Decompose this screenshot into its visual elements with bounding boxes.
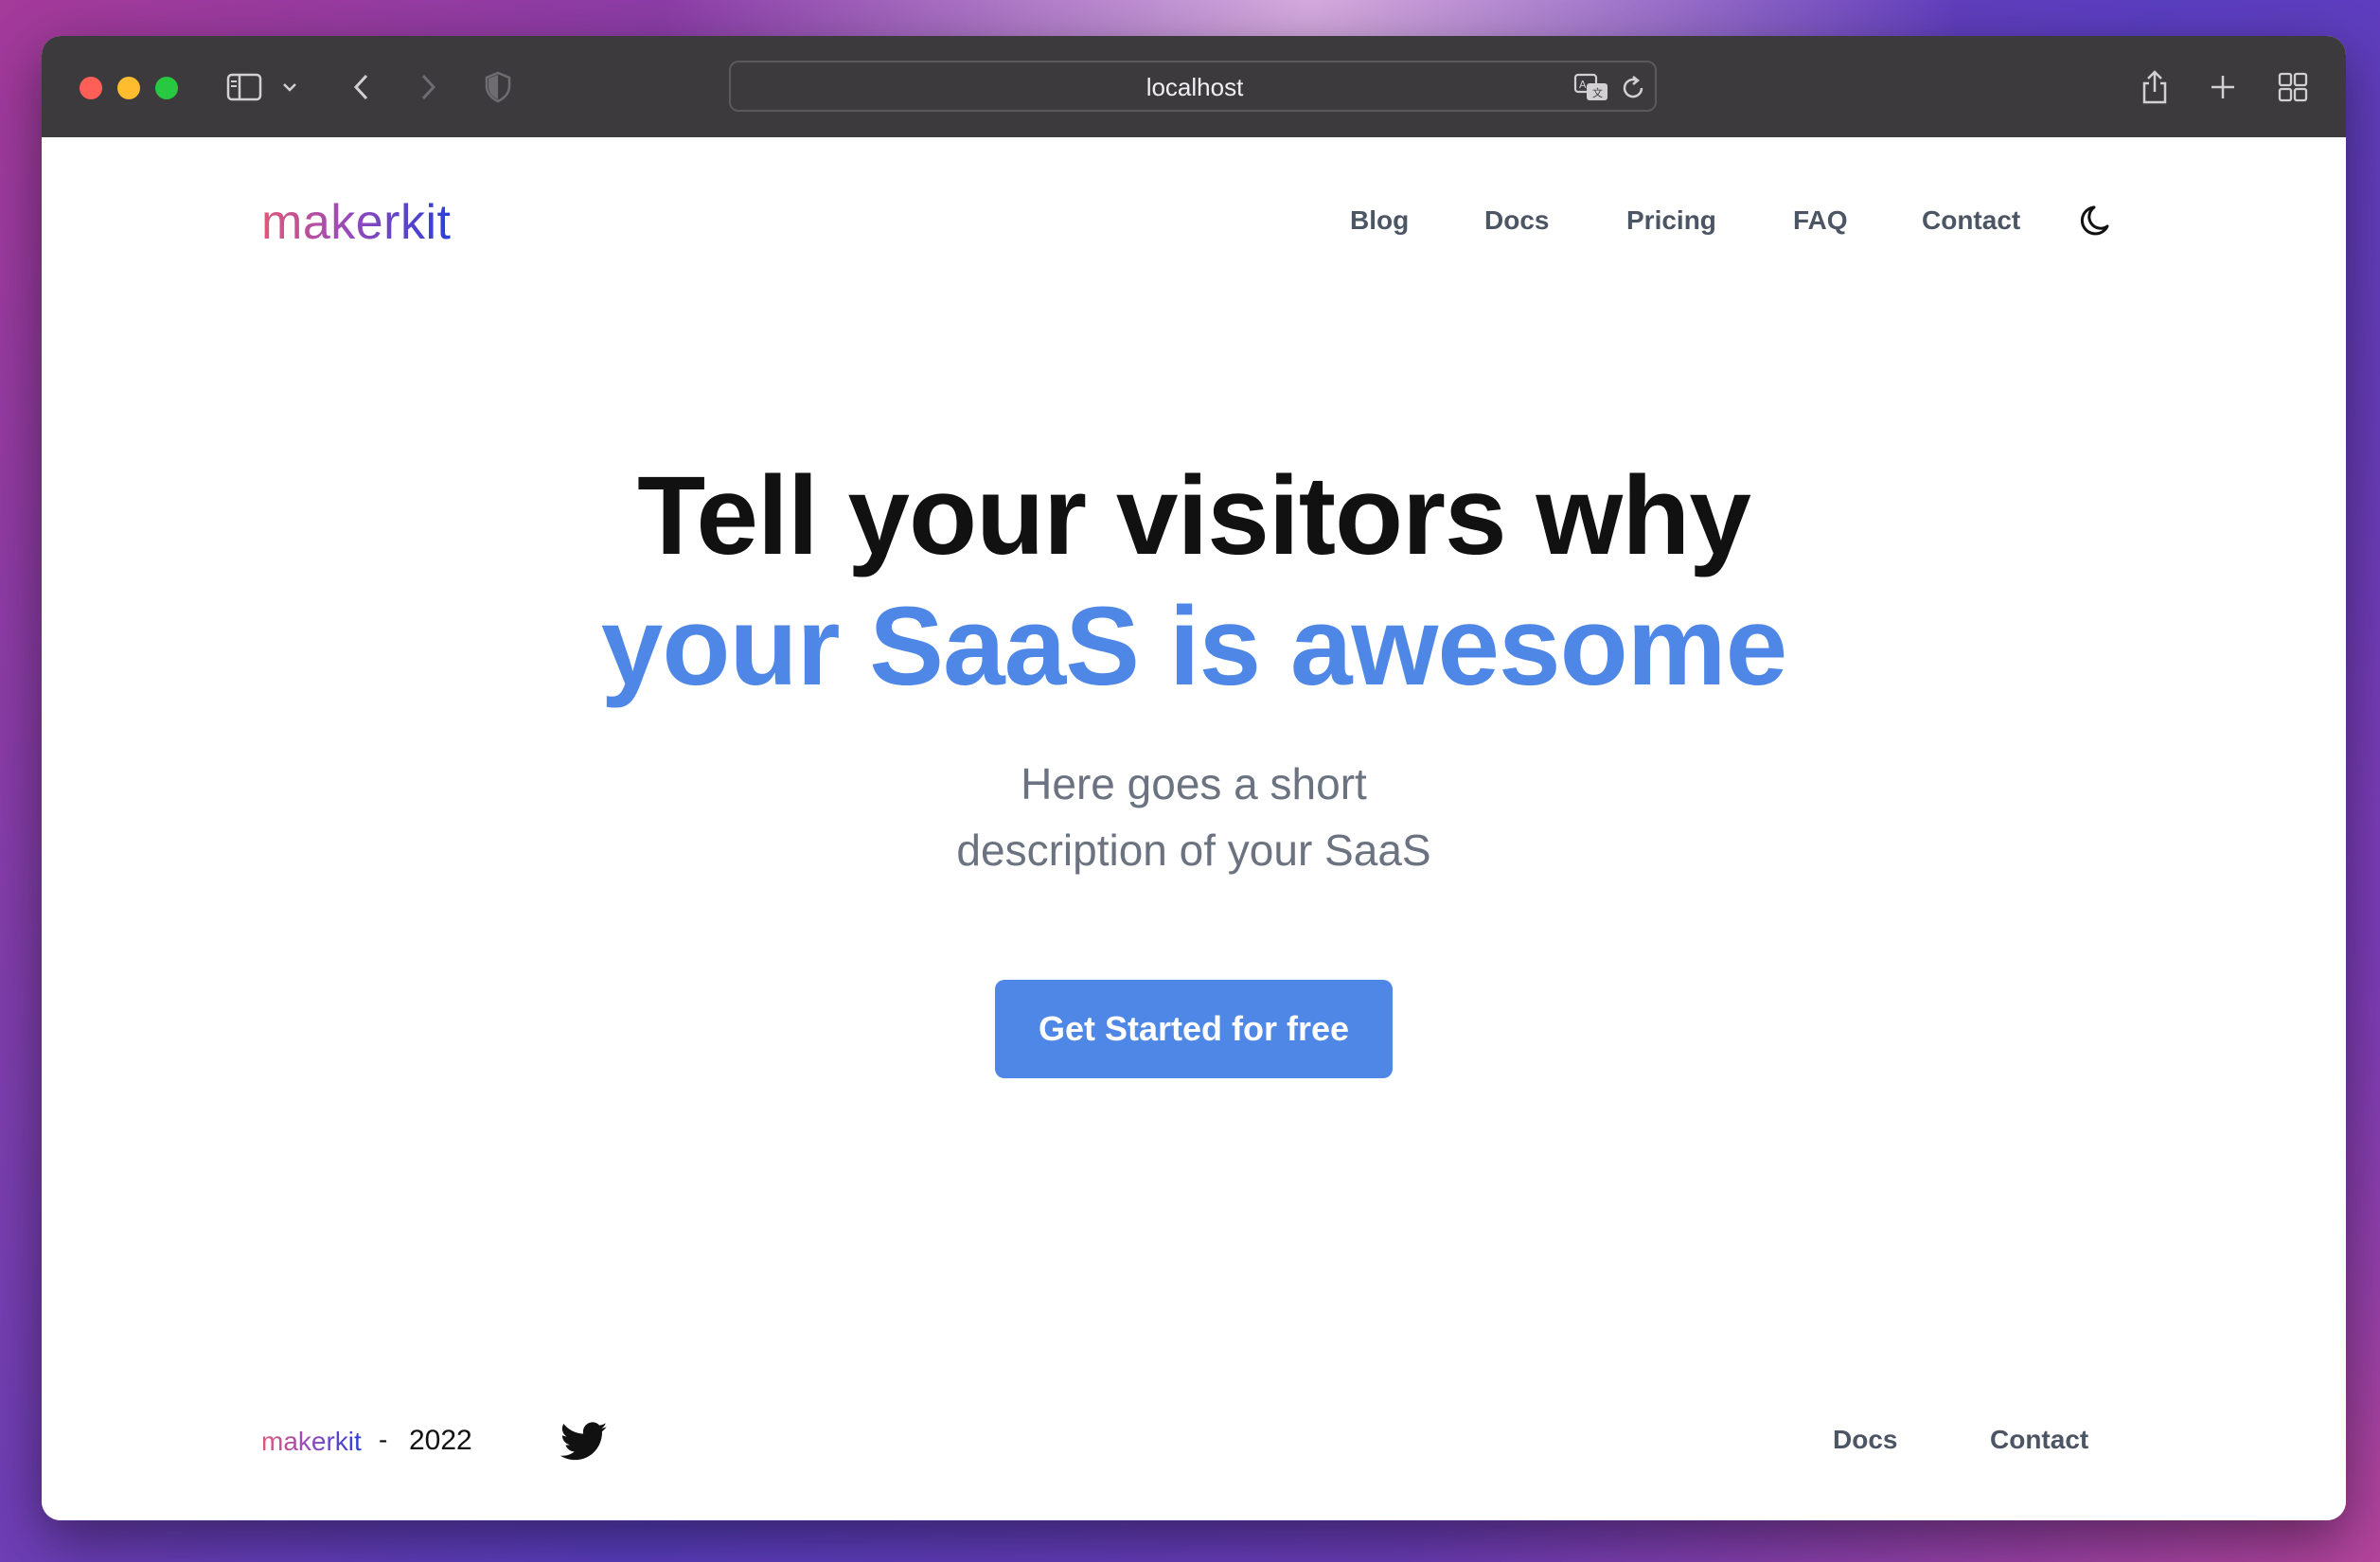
footer-year: 2022	[409, 1425, 472, 1456]
web-page: makerkit Blog Docs Pricing FAQ Contact T…	[42, 137, 2346, 1520]
shield-icon[interactable]	[479, 68, 517, 106]
twitter-icon[interactable]	[559, 1421, 608, 1463]
footer-logo[interactable]: makerkit	[261, 1427, 362, 1457]
forward-icon[interactable]	[409, 68, 447, 106]
hero-description-line1: Here goes a short	[1021, 759, 1367, 808]
hero-heading-line1: Tell your visitors why	[637, 453, 1751, 578]
nav-link-faq[interactable]: FAQ	[1793, 205, 1848, 236]
nav-link-pricing[interactable]: Pricing	[1626, 205, 1716, 236]
minimize-window-button[interactable]	[117, 77, 140, 99]
close-window-button[interactable]	[80, 77, 102, 99]
hero-description: Here goes a short description of your Sa…	[862, 751, 1525, 883]
new-tab-icon[interactable]	[2204, 68, 2242, 106]
reload-icon[interactable]	[1619, 74, 1647, 102]
footer-link-docs[interactable]: Docs	[1833, 1425, 1897, 1455]
url-text[interactable]: localhost	[731, 62, 1659, 114]
nav-link-blog[interactable]: Blog	[1350, 205, 1409, 236]
translate-icon[interactable]: A文	[1573, 72, 1609, 104]
get-started-button[interactable]: Get Started for free	[995, 980, 1393, 1078]
hero-heading-line2: your SaaS is awesome	[600, 584, 1787, 709]
sidebar-icon[interactable]	[225, 68, 263, 106]
moon-icon[interactable]	[2079, 202, 2117, 240]
chevron-down-icon[interactable]	[278, 68, 301, 106]
tab-overview-icon[interactable]	[2274, 68, 2312, 106]
address-bar[interactable]: localhost A文	[729, 61, 1657, 112]
hero-description-line2: description of your SaaS	[956, 825, 1431, 875]
site-logo[interactable]: makerkit	[261, 194, 451, 251]
back-icon[interactable]	[343, 68, 381, 106]
browser-window: localhost A文 makerkit Blog Docs Pricing …	[42, 36, 2346, 1520]
nav-link-docs[interactable]: Docs	[1484, 205, 1549, 236]
svg-text:A: A	[1579, 79, 1587, 91]
browser-toolbar: localhost A文	[42, 36, 2346, 139]
share-icon[interactable]	[2136, 68, 2174, 106]
nav-link-contact[interactable]: Contact	[1922, 205, 2020, 236]
zoom-window-button[interactable]	[155, 77, 178, 99]
footer-link-contact[interactable]: Contact	[1990, 1425, 2088, 1455]
svg-text:文: 文	[1592, 86, 1603, 99]
footer-separator: -	[379, 1425, 388, 1454]
